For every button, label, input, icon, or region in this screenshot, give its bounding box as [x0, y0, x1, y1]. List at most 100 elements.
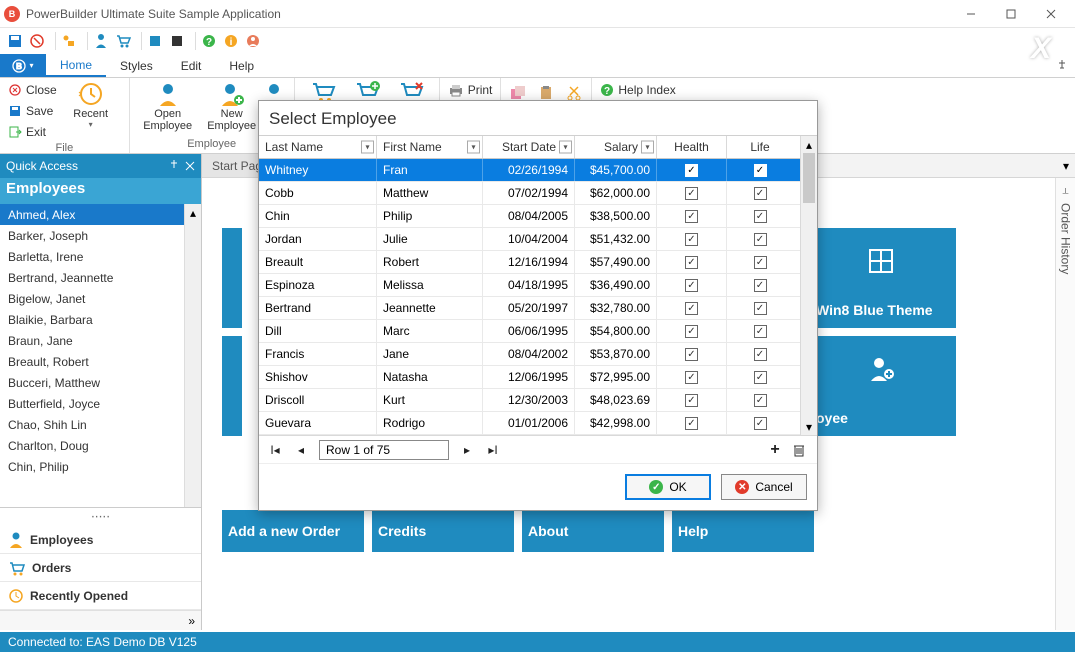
cell-life[interactable]: ✓	[727, 251, 793, 273]
tab-dropdown-icon[interactable]: ▾	[1057, 159, 1075, 173]
large-close-icon[interactable]: X	[1031, 32, 1051, 66]
cancel-button[interactable]: ✕Cancel	[721, 474, 807, 500]
list-item[interactable]: Bertrand, Jeannette	[0, 267, 201, 288]
col-life[interactable]: Life	[727, 136, 793, 158]
minimize-button[interactable]	[951, 2, 991, 26]
tab-home[interactable]: Home	[46, 54, 106, 77]
col-last-name[interactable]: Last Name▾	[259, 136, 377, 158]
list-item[interactable]: Bucceri, Matthew	[0, 372, 201, 393]
cell-life[interactable]: ✓	[727, 159, 793, 181]
list-item[interactable]: Chao, Shih Lin	[0, 414, 201, 435]
checkbox-icon[interactable]: ✓	[754, 164, 767, 177]
tile-partial-2[interactable]	[222, 336, 242, 436]
nav-add-icon[interactable]: +	[767, 441, 783, 459]
list-item[interactable]: Barker, Joseph	[0, 225, 201, 246]
run-icon[interactable]	[60, 32, 78, 50]
tile-about[interactable]: About	[522, 510, 664, 552]
scroll-up-icon[interactable]: ▴	[185, 204, 201, 221]
table-row[interactable]: EspinozaMelissa04/18/1995$36,490.00✓✓	[259, 274, 817, 297]
table-row[interactable]: ChinPhilip08/04/2005$38,500.00✓✓	[259, 205, 817, 228]
cell-life[interactable]: ✓	[727, 228, 793, 250]
table-row[interactable]: DillMarc06/06/1995$54,800.00✓✓	[259, 320, 817, 343]
office-dark-icon[interactable]	[168, 32, 186, 50]
checkbox-icon[interactable]: ✓	[754, 417, 767, 430]
list-item[interactable]: Chin, Philip	[0, 456, 201, 477]
tile-credits[interactable]: Credits	[372, 510, 514, 552]
ribbon-recent-button[interactable]: Recent ▾	[61, 80, 121, 129]
panel-expand-icon[interactable]: »	[0, 610, 201, 630]
cell-health[interactable]: ✓	[657, 297, 727, 319]
pin-icon[interactable]	[169, 160, 179, 172]
col-first-name[interactable]: First Name▾	[377, 136, 483, 158]
checkbox-icon[interactable]: ✓	[754, 371, 767, 384]
cell-health[interactable]: ✓	[657, 412, 727, 434]
list-item[interactable]: Butterfield, Joyce	[0, 393, 201, 414]
col-salary[interactable]: Salary▾	[575, 136, 657, 158]
tile-employee-partial[interactable]: oyee	[806, 336, 956, 436]
table-row[interactable]: JordanJulie10/04/2004$51,432.00✓✓	[259, 228, 817, 251]
ribbon-exit-button[interactable]: Exit	[8, 122, 57, 142]
cell-health[interactable]: ✓	[657, 159, 727, 181]
employee-list[interactable]: Ahmed, AlexBarker, JosephBarletta, Irene…	[0, 204, 201, 508]
cell-health[interactable]: ✓	[657, 274, 727, 296]
nav-employees[interactable]: Employees	[0, 526, 201, 554]
cancel-icon[interactable]	[28, 32, 46, 50]
save-icon[interactable]	[6, 32, 24, 50]
cell-health[interactable]: ✓	[657, 228, 727, 250]
cell-health[interactable]: ✓	[657, 343, 727, 365]
checkbox-icon[interactable]: ✓	[685, 164, 698, 177]
tile-add-order[interactable]: Add a new Order	[222, 510, 364, 552]
tile-partial-1[interactable]	[222, 228, 242, 328]
ok-button[interactable]: ✓OK	[625, 474, 711, 500]
table-row[interactable]: DriscollKurt12/30/2003$48,023.69✓✓	[259, 389, 817, 412]
list-item[interactable]: Blaikie, Barbara	[0, 309, 201, 330]
cell-health[interactable]: ✓	[657, 389, 727, 411]
scroll-down-icon[interactable]: ▾	[801, 418, 817, 435]
tab-help[interactable]: Help	[215, 54, 268, 77]
filter-dropdown-icon[interactable]: ▾	[641, 141, 654, 154]
cell-health[interactable]: ✓	[657, 320, 727, 342]
scrollbar[interactable]: ▴	[184, 204, 201, 507]
cell-life[interactable]: ✓	[727, 182, 793, 204]
checkbox-icon[interactable]: ✓	[754, 348, 767, 361]
filter-dropdown-icon[interactable]: ▾	[361, 141, 374, 154]
cell-life[interactable]: ✓	[727, 343, 793, 365]
cell-life[interactable]: ✓	[727, 205, 793, 227]
cell-health[interactable]: ✓	[657, 205, 727, 227]
nav-first-icon[interactable]: I◂	[267, 443, 283, 457]
table-row[interactable]: GuevaraRodrigo01/01/2006$42,998.00✓✓	[259, 412, 817, 435]
checkbox-icon[interactable]: ✓	[754, 394, 767, 407]
cell-life[interactable]: ✓	[727, 297, 793, 319]
tab-styles[interactable]: Styles	[106, 54, 167, 77]
cell-life[interactable]: ✓	[727, 366, 793, 388]
window-close-button[interactable]	[1031, 2, 1071, 26]
checkbox-icon[interactable]: ✓	[754, 233, 767, 246]
table-row[interactable]: CobbMatthew07/02/1994$62,000.00✓✓	[259, 182, 817, 205]
ribbon-print-button[interactable]: Print	[448, 80, 493, 100]
nav-orders[interactable]: Orders	[0, 554, 201, 582]
checkbox-icon[interactable]: ✓	[754, 302, 767, 315]
checkbox-icon[interactable]: ✓	[685, 279, 698, 292]
col-health[interactable]: Health	[657, 136, 727, 158]
info-icon[interactable]: i	[222, 32, 240, 50]
filter-dropdown-icon[interactable]: ▾	[559, 141, 572, 154]
cell-health[interactable]: ✓	[657, 251, 727, 273]
list-item[interactable]: Bigelow, Janet	[0, 288, 201, 309]
list-more-icon[interactable]: ‧‧‧‧‧	[0, 508, 201, 526]
list-item[interactable]: Breault, Robert	[0, 351, 201, 372]
cell-life[interactable]: ✓	[727, 389, 793, 411]
checkbox-icon[interactable]: ✓	[754, 187, 767, 200]
checkbox-icon[interactable]: ✓	[685, 210, 698, 223]
nav-delete-icon[interactable]	[793, 443, 809, 457]
checkbox-icon[interactable]: ✓	[685, 394, 698, 407]
checkbox-icon[interactable]: ✓	[685, 325, 698, 338]
checkbox-icon[interactable]: ✓	[685, 371, 698, 384]
tab-edit[interactable]: Edit	[167, 54, 216, 77]
checkbox-icon[interactable]: ✓	[754, 256, 767, 269]
table-row[interactable]: BreaultRobert12/16/1994$57,490.00✓✓	[259, 251, 817, 274]
nav-prev-icon[interactable]: ◂	[293, 443, 309, 457]
list-item[interactable]: Braun, Jane	[0, 330, 201, 351]
close-panel-icon[interactable]	[185, 161, 195, 171]
nav-row-indicator[interactable]: Row 1 of 75	[319, 440, 449, 460]
order-history-strip[interactable]: ⟂Order History	[1055, 178, 1075, 630]
